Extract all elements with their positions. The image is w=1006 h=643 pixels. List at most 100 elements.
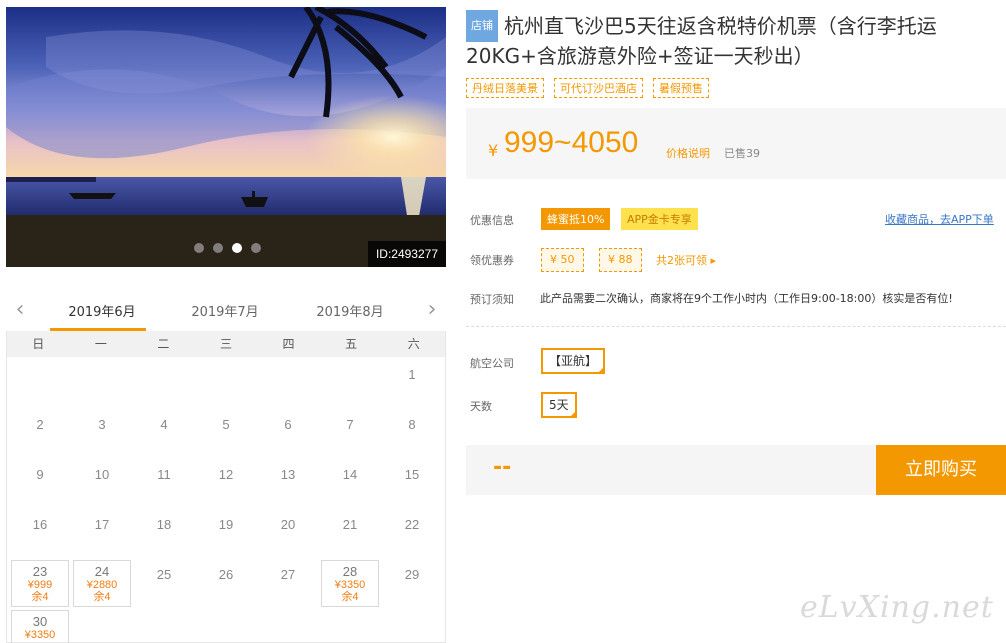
day-number: 25: [156, 567, 172, 582]
chevron-left-icon[interactable]: ‹: [10, 299, 30, 321]
day-number: 19: [218, 517, 234, 532]
month-tab-august[interactable]: 2019年8月: [300, 301, 400, 320]
calendar-day: 10: [71, 457, 133, 507]
day-number: 30: [32, 614, 48, 629]
image-id-badge: ID:2493277: [367, 241, 446, 267]
weekday-header: 日 一 二 三 四 五 六: [7, 331, 445, 357]
weekday-label: 五: [345, 337, 358, 351]
day-number: 7: [346, 417, 354, 432]
calendar-day: 5: [195, 407, 257, 457]
day-price: ¥3350: [334, 579, 366, 591]
day-number: 5: [222, 417, 230, 432]
calendar-day: 16: [9, 507, 71, 557]
coupons-label: 领优惠券: [470, 254, 514, 267]
calendar-day: [195, 357, 257, 407]
day-price: ¥2880: [86, 579, 118, 591]
price-note-link[interactable]: 价格说明: [666, 145, 710, 161]
calendar-day: 22: [381, 507, 443, 557]
day-number: 1: [408, 367, 416, 382]
calendar-grid: 1 2 3 4 5 6 7 8 9 10 11 12 13 14 15 16 17 18 19 20 21 22 23 ¥99…: [7, 357, 445, 643]
calendar-day: [319, 357, 381, 407]
day-remaining: 余4: [341, 591, 359, 603]
carousel-dot[interactable]: [194, 243, 204, 253]
calendar-day: [9, 357, 71, 407]
calendar-day: 26: [195, 557, 257, 607]
calendar-day-available[interactable]: 28 ¥3350 余4: [321, 560, 379, 607]
day-number: 22: [404, 517, 420, 532]
carousel-dot-active[interactable]: [232, 243, 242, 253]
day-remaining: 余4: [93, 591, 111, 603]
promotions-label: 优惠信息: [470, 214, 514, 227]
weekday-label: 一: [94, 337, 107, 351]
buy-now-button[interactable]: 立即购买: [876, 445, 1006, 495]
carousel-dot[interactable]: [251, 243, 261, 253]
calendar-day: 3: [71, 407, 133, 457]
day-price: ¥3350: [24, 629, 56, 641]
price-box: ¥ 999~4050 价格说明 已售39: [466, 108, 1006, 179]
currency-symbol: ¥: [488, 141, 499, 160]
calendar-day: 4: [133, 407, 195, 457]
day-price: ¥999: [27, 579, 53, 591]
shop-badge[interactable]: 店铺: [466, 10, 498, 42]
day-number: 13: [280, 467, 296, 482]
product-tag: 丹绒日落美景: [466, 78, 544, 98]
carousel-dots: [194, 243, 261, 253]
buy-bar: -- 立即购买: [466, 445, 1006, 495]
product-tags: 丹绒日落美景 可代订沙巴酒店 暑假预售: [466, 78, 709, 98]
day-number: 24: [94, 564, 110, 579]
days-option-selected[interactable]: 5天: [541, 392, 577, 418]
hero-image[interactable]: ID:2493277: [6, 7, 446, 267]
calendar-day: 12: [195, 457, 257, 507]
day-number: 21: [342, 517, 358, 532]
day-number: 18: [156, 517, 172, 532]
calendar-day: 17: [71, 507, 133, 557]
day-number: 8: [408, 417, 416, 432]
calendar-day: 6: [257, 407, 319, 457]
day-number: 2: [36, 417, 44, 432]
calendar-day: 14: [319, 457, 381, 507]
day-number: 20: [280, 517, 296, 532]
calendar-day: 13: [257, 457, 319, 507]
booking-notice-label: 预订须知: [470, 293, 514, 306]
month-tab-june[interactable]: 2019年6月: [52, 301, 152, 320]
day-number: 10: [94, 467, 110, 482]
day-number: 3: [98, 417, 106, 432]
product-tag: 可代订沙巴酒店: [554, 78, 643, 98]
day-number: 17: [94, 517, 110, 532]
calendar-day-available[interactable]: 30 ¥3350: [11, 610, 69, 643]
day-number: 28: [342, 564, 358, 579]
calendar-day: 11: [133, 457, 195, 507]
product-title: 店铺 杭州直飞沙巴5天往返含税特价机票（含行李托运20KG+含旅游意外险+签证一天…: [466, 10, 1006, 70]
carousel-dot[interactable]: [213, 243, 223, 253]
coupon-50[interactable]: ¥ 50: [541, 248, 584, 272]
day-number: 16: [32, 517, 48, 532]
calendar-day-available[interactable]: 23 ¥999 余4: [11, 560, 69, 607]
coupon-more-link[interactable]: 共2张可领 ▸: [656, 252, 716, 268]
weekday-label: 三: [219, 337, 232, 351]
product-tag: 暑假预售: [653, 78, 709, 98]
calendar-day-available[interactable]: 24 ¥2880 余4: [73, 560, 131, 607]
section-divider: [466, 326, 1006, 327]
month-selector: ‹ 2019年6月 2019年7月 2019年8月 ›: [6, 293, 446, 331]
calendar-day: 27: [257, 557, 319, 607]
day-number: 26: [218, 567, 234, 582]
calendar-day: 15: [381, 457, 443, 507]
day-number: 23: [32, 564, 48, 579]
weekday-label: 日: [32, 337, 45, 351]
airline-option-selected[interactable]: 【亚航】: [541, 348, 606, 374]
day-number: 4: [160, 417, 168, 432]
day-number: 6: [284, 417, 292, 432]
calendar-day: 29: [381, 557, 443, 607]
price-calendar: 日 一 二 三 四 五 六 1 2 3 4 5 6 7 8 9 10 11 12 13 14 15 16 17 1…: [6, 331, 446, 643]
calendar-day: 1: [381, 357, 443, 407]
calendar-day: 20: [257, 507, 319, 557]
month-tab-july[interactable]: 2019年7月: [175, 301, 275, 320]
calendar-day: 18: [133, 507, 195, 557]
day-number: 11: [157, 467, 171, 482]
product-title-text: 杭州直飞沙巴5天往返含税特价机票（含行李托运20KG+含旅游意外险+签证一天秒出…: [466, 14, 937, 68]
promo-tag-discount: 蜂蜜抵10%: [541, 208, 611, 230]
favorite-app-link[interactable]: 收藏商品，去APP下单: [885, 211, 994, 227]
coupon-88[interactable]: ¥ 88: [599, 248, 642, 272]
chevron-right-icon[interactable]: ›: [422, 299, 442, 321]
calendar-day: [71, 357, 133, 407]
